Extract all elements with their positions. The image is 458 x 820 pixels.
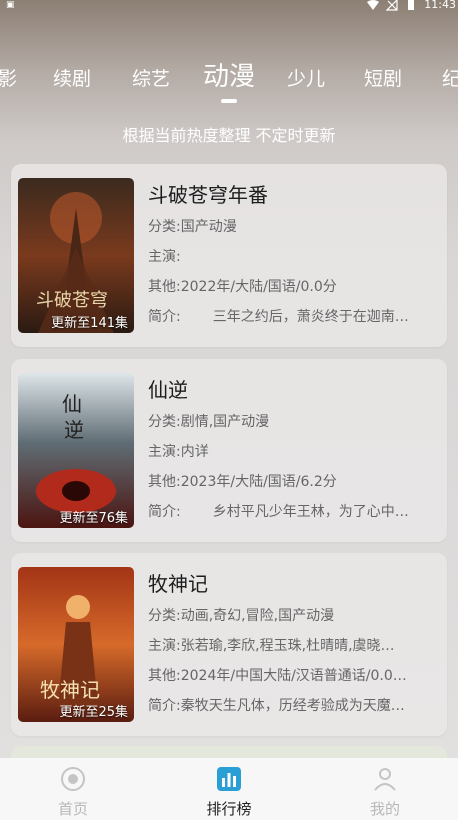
cast-row: 主演:张若瑜,李欣,程玉珠,杜晴晴,虞晓… [148,638,395,654]
cast-row: 主演: [148,249,181,265]
nav-home-label: 首页 [57,800,88,818]
other-row: 其他:2024年/中国大陆/汉语普通话/0.0… [148,668,407,684]
intro-row: 简介: 三年之约后，萧炎终于在迦南… [148,309,409,325]
poster-logo-text: 牧神记 [40,678,100,702]
tab-variety[interactable]: 综艺 [132,64,170,91]
ranking-card[interactable]: 牧神记 更新至25集 牧神记 分类:动画,奇幻,冒险,国产动漫 主演:张若瑜,李… [11,553,447,736]
ranking-card[interactable]: 仙 逆 更新至76集 仙逆 分类:剧情,国产动漫 主演:内详 其他:2023年/… [11,359,447,542]
tab-documentary[interactable]: 纪 [442,64,458,91]
ranking-card[interactable]: 斗破苍穹 更新至141集 斗破苍穹年番 分类:国产动漫 主演: 其他:2022年… [11,164,447,347]
tab-anime[interactable]: 动漫 [203,56,255,93]
nav-ranking-label: 排行榜 [206,800,252,818]
poster-logo-text: 仙 [62,392,82,416]
episode-badge: 更新至25集 [59,705,128,720]
poster-image: 牧神记 [18,567,134,722]
cast-row: 主演:内详 [148,444,209,460]
poster-image: 仙 逆 [18,373,134,528]
episode-badge: 更新至76集 [59,511,128,526]
poster-image: 斗破苍穹 [18,178,134,333]
item-title: 牧神记 [148,572,208,596]
tab-movie[interactable]: 影 [0,64,17,91]
ranking-icon [217,767,241,791]
nav-profile-label: 我的 [369,800,400,818]
nav-profile[interactable]: 我的 [345,766,425,819]
status-time: 11:43 [424,0,456,11]
poster-logo-text: 斗破苍穹 [36,290,108,311]
active-tab-indicator [221,99,237,103]
intro-row: 简介:秦牧天生凡体，历经考验成为天魔… [148,698,405,714]
tab-short-drama[interactable]: 短剧 [364,64,402,91]
notification-icon: ▣ [6,0,15,10]
category-row: 分类:剧情,国产动漫 [148,414,270,430]
tab-kids[interactable]: 少儿 [287,64,325,91]
home-icon [61,767,85,791]
no-signal-icon [386,0,398,11]
profile-icon [374,768,396,791]
tab-tv-series[interactable]: 续剧 [53,64,91,91]
other-row: 其他:2022年/大陆/国语/0.0分 [148,279,337,295]
category-row: 分类:国产动漫 [148,219,237,235]
ranking-subtitle: 根据当前热度整理 不定时更新 [122,126,336,145]
other-row: 其他:2023年/大陆/国语/6.2分 [148,474,337,490]
battery-icon [408,0,415,10]
poster[interactable]: 牧神记 更新至25集 [18,567,134,722]
wifi-icon [367,0,380,10]
nav-ranking[interactable]: 排行榜 [189,766,269,819]
bottom-nav: 首页 排行榜 我的 [0,758,458,820]
poster-logo-text: 逆 [64,418,84,442]
intro-row: 简介: 乡村平凡少年王林，为了心中… [148,504,409,520]
status-icons: 11:43 [367,0,456,11]
category-row: 分类:动画,奇幻,冒险,国产动漫 [148,608,335,624]
item-title: 仙逆 [148,378,188,402]
item-title: 斗破苍穹年番 [148,183,268,207]
status-bar: ▣ 11:43 [0,0,458,12]
category-tabs: 影 续剧 综艺 动漫 少儿 短剧 纪 [0,58,458,102]
nav-home[interactable]: 首页 [33,766,113,819]
poster[interactable]: 仙 逆 更新至76集 [18,373,134,528]
poster[interactable]: 斗破苍穹 更新至141集 [18,178,134,333]
episode-badge: 更新至141集 [51,316,128,331]
